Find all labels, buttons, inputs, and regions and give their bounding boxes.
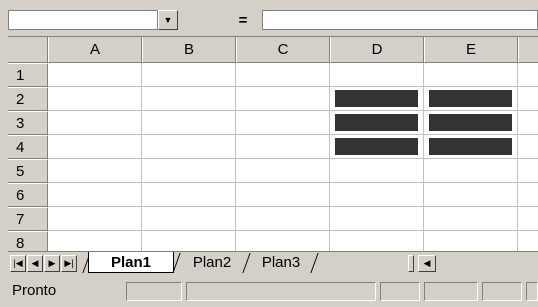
grid-cell[interactable]	[424, 231, 518, 252]
chevron-down-icon: ▼	[163, 15, 173, 25]
grid-cell[interactable]	[48, 111, 142, 135]
grid-cell[interactable]	[424, 63, 518, 87]
grid-cell[interactable]	[48, 159, 142, 183]
row-header[interactable]: 4	[8, 135, 48, 159]
grid-cell[interactable]	[518, 63, 538, 87]
grid-cell[interactable]	[518, 231, 538, 252]
last-sheet-button[interactable]: ▶|	[61, 255, 77, 272]
filled-cell[interactable]	[424, 111, 518, 135]
grid-cell[interactable]	[142, 159, 236, 183]
last-icon: ▶|	[64, 258, 74, 268]
filled-cell[interactable]	[330, 111, 424, 135]
grid-cell[interactable]	[236, 207, 330, 231]
column-header[interactable]: E	[424, 37, 518, 63]
column-header[interactable]: A	[48, 37, 142, 63]
grid-cell[interactable]	[424, 159, 518, 183]
formula-input[interactable]	[262, 10, 538, 30]
next-icon: ▶	[48, 258, 56, 268]
status-panel	[380, 282, 420, 301]
first-icon: |◀	[13, 258, 23, 268]
grid-cell[interactable]	[48, 63, 142, 87]
grid-cell[interactable]	[48, 207, 142, 231]
grid-cell[interactable]	[142, 63, 236, 87]
grid-cell[interactable]	[142, 207, 236, 231]
row-header[interactable]: 2	[8, 87, 48, 111]
tab-plan1[interactable]: Plan1	[88, 252, 174, 273]
status-panel	[126, 282, 182, 301]
grid-cell[interactable]	[518, 183, 538, 207]
grid-cell[interactable]	[518, 135, 538, 159]
grid-cell[interactable]	[518, 87, 538, 111]
grid-cell[interactable]	[236, 135, 330, 159]
hscroll-left-button[interactable]: ◀	[418, 255, 436, 272]
grid-cell[interactable]	[330, 207, 424, 231]
grid-cell[interactable]	[142, 231, 236, 252]
status-panel	[526, 282, 538, 301]
grid-cell[interactable]	[236, 111, 330, 135]
grid-cell[interactable]	[424, 183, 518, 207]
tab-plan3[interactable]: Plan3	[250, 252, 312, 273]
status-panel	[424, 282, 478, 301]
filled-cell[interactable]	[424, 87, 518, 111]
grid-cell[interactable]	[48, 87, 142, 111]
grid-cell[interactable]	[330, 63, 424, 87]
grid-cell[interactable]	[330, 231, 424, 252]
name-box[interactable]	[8, 10, 158, 30]
filled-cell[interactable]	[424, 135, 518, 159]
status-bar: Pronto	[8, 279, 538, 303]
grid-cell[interactable]	[236, 159, 330, 183]
prev-sheet-button[interactable]: ◀	[27, 255, 43, 272]
scroll-left-icon: ◀	[423, 258, 431, 268]
status-text: Pronto	[12, 282, 57, 299]
row-header[interactable]: 7	[8, 207, 48, 231]
tab-plan2[interactable]: Plan2	[180, 252, 244, 273]
filled-cell[interactable]	[330, 87, 424, 111]
tab-split-handle[interactable]	[408, 255, 414, 272]
grid-cell[interactable]	[330, 183, 424, 207]
grid-cell[interactable]	[518, 207, 538, 231]
column-header[interactable]	[518, 37, 538, 63]
grid-cell[interactable]	[518, 159, 538, 183]
select-all-corner[interactable]	[8, 37, 48, 63]
row-header[interactable]: 1	[8, 63, 48, 87]
worksheet-grid: ABCDE 12345678	[8, 36, 538, 252]
status-panel	[482, 282, 522, 301]
grid-cell[interactable]	[424, 207, 518, 231]
filled-cell[interactable]	[330, 135, 424, 159]
grid-cell[interactable]	[142, 111, 236, 135]
grid-cell[interactable]	[48, 135, 142, 159]
grid-cell[interactable]	[236, 231, 330, 252]
first-sheet-button[interactable]: |◀	[10, 255, 26, 272]
column-header[interactable]: D	[330, 37, 424, 63]
status-panel	[186, 282, 376, 301]
grid-cell[interactable]	[142, 87, 236, 111]
formula-equals-button[interactable]: =	[228, 10, 258, 30]
grid-cell[interactable]	[518, 111, 538, 135]
grid-cell[interactable]	[236, 183, 330, 207]
name-box-dropdown-button[interactable]: ▼	[158, 10, 178, 30]
row-header[interactable]: 8	[8, 231, 48, 252]
row-header[interactable]: 5	[8, 159, 48, 183]
grid-cell[interactable]	[236, 87, 330, 111]
spreadsheet-window: ▼ = ABCDE 12345678 |◀ ◀ ▶ ▶| Plan1 Plan2 …	[0, 0, 538, 307]
prev-icon: ◀	[31, 258, 39, 268]
row-header[interactable]: 6	[8, 183, 48, 207]
grid-cell[interactable]	[48, 183, 142, 207]
column-header[interactable]: C	[236, 37, 330, 63]
grid-cell[interactable]	[330, 159, 424, 183]
column-header[interactable]: B	[142, 37, 236, 63]
grid-cell[interactable]	[48, 231, 142, 252]
grid-cell[interactable]	[236, 63, 330, 87]
grid-cell[interactable]	[142, 135, 236, 159]
formula-bar: ▼ =	[8, 8, 538, 32]
next-sheet-button[interactable]: ▶	[44, 255, 60, 272]
grid-cell[interactable]	[142, 183, 236, 207]
sheet-tab-bar: |◀ ◀ ▶ ▶| Plan1 Plan2 Plan3 ◀	[8, 251, 538, 275]
row-header[interactable]: 3	[8, 111, 48, 135]
